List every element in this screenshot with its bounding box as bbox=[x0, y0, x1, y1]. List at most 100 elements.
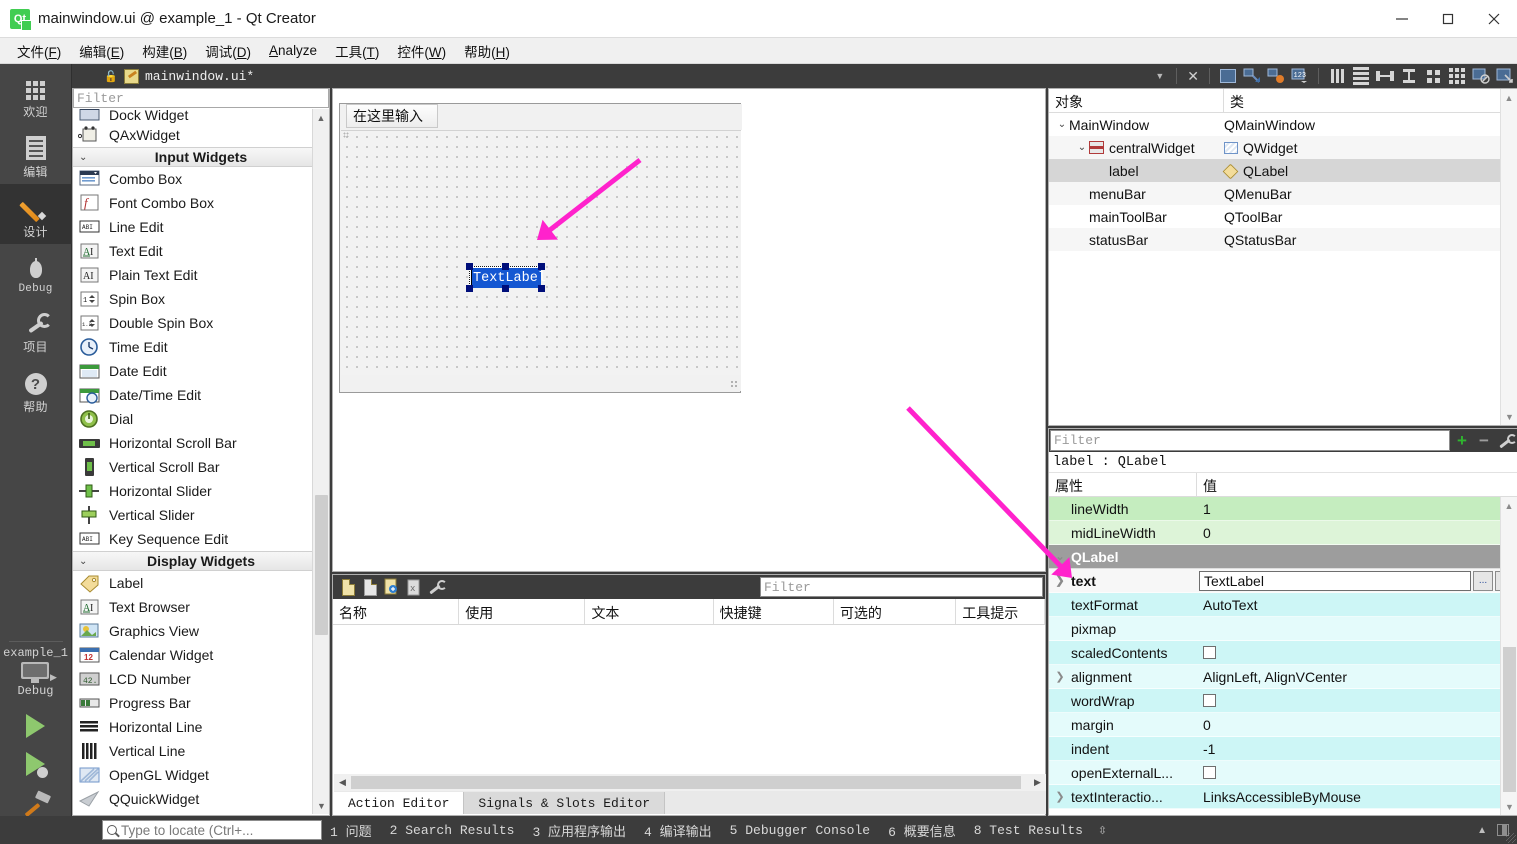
object-row-label[interactable]: label QLabel bbox=[1049, 159, 1517, 182]
widget-item-vertical-scroll-bar[interactable]: Vertical Scroll Bar bbox=[73, 455, 329, 479]
widget-item-plain-text-edit[interactable]: AI Plain Text Edit bbox=[73, 263, 329, 287]
property-row-openExternalL[interactable]: openExternalL... bbox=[1049, 761, 1517, 785]
widget-item-combo-box[interactable]: Combo Box bbox=[73, 167, 329, 191]
property-row-margin[interactable]: margin 0 bbox=[1049, 713, 1517, 737]
action-column-header-0[interactable]: 名称 bbox=[333, 599, 460, 624]
adjust-size-icon[interactable] bbox=[1494, 66, 1516, 86]
close-icon[interactable] bbox=[1471, 0, 1517, 38]
delete-action-icon[interactable]: x bbox=[403, 577, 425, 597]
widget-item-text-browser[interactable]: A I Text Browser bbox=[73, 595, 329, 619]
widget-item-date-edit[interactable]: Date Edit bbox=[73, 359, 329, 383]
resize-handle-s[interactable] bbox=[502, 285, 509, 292]
dock-tab-signals-slots-editor[interactable]: Signals & Slots Editor bbox=[464, 792, 666, 814]
output-pane-3[interactable]: 4 编译输出 bbox=[635, 821, 721, 840]
menu-item-5[interactable]: 工具(T) bbox=[326, 38, 388, 64]
property-row-pixmap[interactable]: pixmap bbox=[1049, 617, 1517, 641]
resize-handle-ne[interactable] bbox=[538, 263, 545, 270]
widget-item-spin-box[interactable]: 1 Spin Box bbox=[73, 287, 329, 311]
chevron-down-icon[interactable]: ⌄ bbox=[1075, 142, 1089, 153]
property-row-lineWidth[interactable]: lineWidth 1 bbox=[1049, 497, 1517, 521]
widget-item-dial[interactable]: Dial bbox=[73, 407, 329, 431]
form-preview-window[interactable]: 在这里输入 TextLabel bbox=[339, 103, 742, 393]
action-column-header-4[interactable]: 可选的 bbox=[834, 599, 957, 624]
unlocked-icon[interactable]: 🔓 bbox=[102, 70, 120, 83]
property-filter-input[interactable]: Filter bbox=[1050, 430, 1450, 451]
build-button[interactable] bbox=[22, 792, 50, 818]
edit-signals-slots-icon[interactable] bbox=[1241, 66, 1263, 86]
widget-item-key-sequence-edit[interactable]: ABI Key Sequence Edit bbox=[73, 527, 329, 551]
property-checkbox[interactable] bbox=[1203, 766, 1216, 779]
menu-item-0[interactable]: 文件(F) bbox=[8, 38, 70, 64]
widget-item-dock-widget[interactable]: Dock Widget bbox=[73, 109, 329, 123]
output-pane-6[interactable]: 8 Test Results bbox=[965, 823, 1092, 838]
action-editor-filter-input[interactable]: Filter bbox=[760, 577, 1043, 597]
widget-item-time-edit[interactable]: Time Edit bbox=[73, 335, 329, 359]
locator-input[interactable]: Type to locate (Ctrl+... bbox=[102, 820, 322, 840]
widget-item-qaxwidget[interactable]: QAxWidget bbox=[73, 123, 329, 147]
widget-item-progress-bar[interactable]: Progress Bar bbox=[73, 691, 329, 715]
configure-icon[interactable] bbox=[425, 577, 447, 597]
action-table-body[interactable] bbox=[333, 625, 1045, 790]
object-row-centralWidget[interactable]: ⌄ centralWidget QWidget bbox=[1049, 136, 1517, 159]
layout-in-grid-icon[interactable] bbox=[1446, 66, 1468, 86]
edit-action-icon[interactable] bbox=[359, 577, 381, 597]
scroll-right-icon[interactable]: ▶ bbox=[1029, 777, 1046, 788]
edit-tab-order-icon[interactable]: 123 bbox=[1289, 66, 1311, 86]
property-row-QLabel[interactable]: ⌄ QLabel bbox=[1049, 545, 1517, 569]
scrollbar-thumb[interactable] bbox=[315, 495, 328, 635]
dock-tab-action-editor[interactable]: Action Editor bbox=[334, 792, 465, 814]
property-row-midLineWidth[interactable]: midLineWidth 0 bbox=[1049, 521, 1517, 545]
object-row-MainWindow[interactable]: ⌄ MainWindow QMainWindow bbox=[1049, 113, 1517, 136]
central-widget-area[interactable]: TextLabel bbox=[341, 130, 741, 379]
layout-in-form-icon[interactable] bbox=[1422, 66, 1444, 86]
scrollbar-thumb[interactable] bbox=[351, 776, 1021, 789]
chevron-right-icon[interactable]: ❯ bbox=[1049, 574, 1071, 587]
property-checkbox[interactable] bbox=[1203, 646, 1216, 659]
action-column-header-5[interactable]: 工具提示 bbox=[956, 599, 1045, 624]
chevron-right-icon[interactable]: ❯ bbox=[1049, 670, 1071, 683]
widget-box-scrollbar[interactable]: ▲ ▼ bbox=[312, 109, 329, 814]
object-row-menuBar[interactable]: menuBar QMenuBar bbox=[1049, 182, 1517, 205]
property-row-indent[interactable]: indent -1 bbox=[1049, 737, 1517, 761]
widget-item-graphics-view[interactable]: Graphics View bbox=[73, 619, 329, 643]
scroll-up-icon[interactable]: ▲ bbox=[313, 109, 329, 126]
mode-debug[interactable]: Debug bbox=[0, 244, 72, 299]
widget-item-vertical-slider[interactable]: Vertical Slider bbox=[73, 503, 329, 527]
widget-item-horizontal-line[interactable]: Horizontal Line bbox=[73, 715, 329, 739]
mode-help[interactable]: ? 帮助 bbox=[0, 359, 72, 419]
widget-item-calendar-widget[interactable]: 12 Calendar Widget bbox=[73, 643, 329, 667]
break-layout-icon[interactable] bbox=[1470, 66, 1492, 86]
resize-handle-sw[interactable] bbox=[466, 285, 473, 292]
mode-design[interactable]: 设计 bbox=[0, 184, 72, 244]
output-pane-5[interactable]: 6 概要信息 bbox=[879, 821, 965, 840]
widget-category-input-widgets[interactable]: ⌄ Input Widgets bbox=[73, 147, 329, 167]
action-column-header-1[interactable]: 使用 bbox=[459, 599, 586, 624]
object-row-statusBar[interactable]: statusBar QStatusBar bbox=[1049, 228, 1517, 251]
property-row-text[interactable]: ❯textTextLabel...↰ bbox=[1049, 569, 1517, 593]
widget-item-line-edit[interactable]: ABI Line Edit bbox=[73, 215, 329, 239]
scroll-down-icon[interactable]: ▼ bbox=[313, 797, 330, 814]
widget-item-double-spin-box[interactable]: 1.2 Double Spin Box bbox=[73, 311, 329, 335]
kit-selector[interactable]: example_1 ▶ Debug bbox=[0, 646, 72, 700]
open-document-selector[interactable]: mainwindow.ui* bbox=[124, 68, 254, 84]
property-row-textInteractio[interactable]: ❯ textInteractio... LinksAccessibleByMouse bbox=[1049, 785, 1517, 809]
add-dynamic-property-button[interactable]: + bbox=[1451, 429, 1473, 452]
widget-item-lcd-number[interactable]: 42. LCD Number bbox=[73, 667, 329, 691]
mode-welcome[interactable]: 欢迎 bbox=[0, 64, 72, 124]
new-action-icon[interactable] bbox=[337, 577, 359, 597]
menu-item-1[interactable]: 编辑(E) bbox=[70, 38, 133, 64]
widget-item-label[interactable]: Label bbox=[73, 571, 329, 595]
remove-dynamic-property-button[interactable]: − bbox=[1473, 429, 1495, 452]
maximize-icon[interactable] bbox=[1425, 0, 1471, 38]
chevron-down-icon[interactable]: ⌄ bbox=[1049, 550, 1071, 563]
layout-horizontal-splitter-icon[interactable] bbox=[1374, 66, 1396, 86]
action-column-header-2[interactable]: 文本 bbox=[585, 599, 714, 624]
chevron-up-icon[interactable]: ▲ bbox=[1477, 825, 1487, 836]
scroll-up-icon[interactable]: ▲ bbox=[1501, 497, 1517, 514]
menu-item-6[interactable]: 控件(W) bbox=[388, 38, 455, 64]
property-browse-button[interactable]: ... bbox=[1473, 570, 1493, 591]
widget-item-qquickwidget[interactable]: QQuickWidget bbox=[73, 787, 329, 811]
property-row-wordWrap[interactable]: wordWrap bbox=[1049, 689, 1517, 713]
object-inspector-tree[interactable]: ⌄ MainWindow QMainWindow ⌄ centralWidget QWid… bbox=[1049, 113, 1517, 251]
run-button[interactable] bbox=[26, 714, 45, 738]
